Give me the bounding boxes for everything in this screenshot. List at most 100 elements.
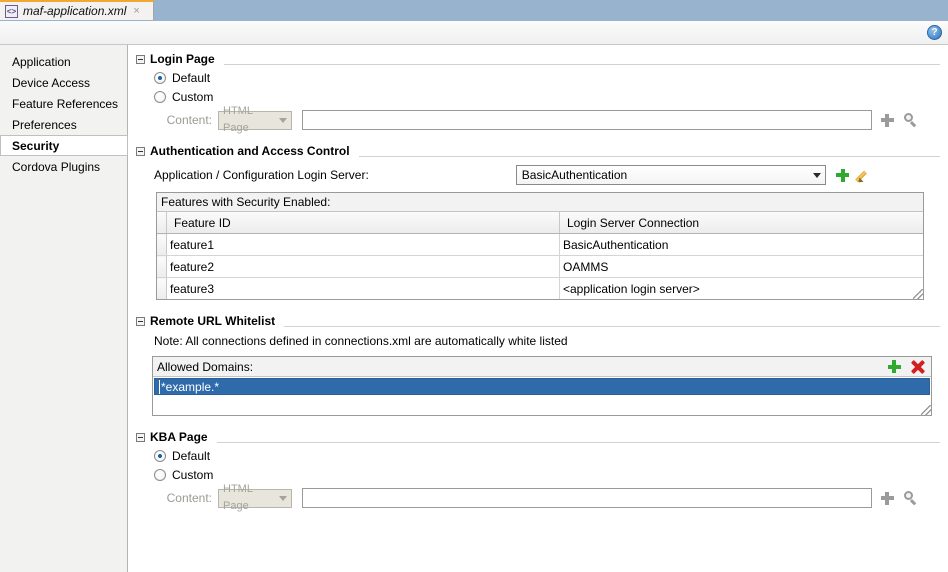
features-table-caption: Features with Security Enabled: bbox=[157, 193, 923, 212]
tab-label: maf-application.xml bbox=[23, 4, 127, 18]
plus-icon bbox=[880, 113, 894, 127]
allowed-domains-label: Allowed Domains: bbox=[157, 359, 254, 374]
table-row[interactable]: feature3 <application login server> bbox=[157, 277, 923, 299]
login-content-type-select: HTML Page bbox=[218, 105, 292, 134]
kba-content-type-value: HTML Page bbox=[223, 483, 253, 512]
tab-maf-application-xml[interactable]: <> maf-application.xml × bbox=[0, 0, 154, 20]
collapse-toggle-icon[interactable] bbox=[136, 54, 145, 64]
magnifier-icon bbox=[904, 491, 918, 506]
section-divider bbox=[358, 155, 940, 157]
section-title-authentication: Authentication and Access Control bbox=[150, 144, 350, 158]
kba-content-type-select: HTML Page bbox=[218, 483, 292, 512]
collapse-toggle-icon[interactable] bbox=[136, 146, 145, 156]
section-header-login-page: Login Page bbox=[136, 52, 948, 66]
table-row[interactable]: feature2 OAMMS bbox=[157, 255, 923, 278]
sidebar-item-preferences[interactable]: Preferences bbox=[0, 114, 127, 135]
radio-login-custom[interactable] bbox=[154, 90, 166, 103]
login-content-browse-button bbox=[902, 111, 920, 129]
section-title-kba-page: KBA Page bbox=[150, 430, 208, 444]
section-divider bbox=[284, 325, 940, 327]
sidebar-item-cordova-plugins[interactable]: Cordova Plugins bbox=[0, 156, 127, 177]
row-selector-header bbox=[157, 212, 167, 234]
radio-kba-default[interactable] bbox=[154, 449, 166, 462]
features-table-panel: Features with Security Enabled: Feature … bbox=[156, 192, 924, 300]
section-divider bbox=[216, 441, 940, 443]
table-header-row: Feature ID Login Server Connection bbox=[157, 212, 923, 234]
section-header-kba-page: KBA Page bbox=[136, 430, 948, 444]
login-content-type-value: HTML Page bbox=[223, 105, 253, 134]
editor-body: Application Device Access Feature Refere… bbox=[0, 45, 948, 572]
allowed-domain-value: *example.* bbox=[159, 380, 220, 394]
login-server-label: Application / Configuration Login Server… bbox=[154, 168, 369, 182]
radio-login-default-label: Default bbox=[172, 70, 211, 85]
navigation-sidebar: Application Device Access Feature Refere… bbox=[0, 45, 128, 572]
section-header-remote-url-whitelist: Remote URL Whitelist bbox=[136, 314, 948, 328]
close-icon[interactable]: × bbox=[131, 5, 139, 17]
allowed-domains-caption-bar: Allowed Domains: bbox=[153, 357, 931, 377]
pencil-icon bbox=[855, 168, 872, 185]
whitelist-note: Note: All connections defined in connect… bbox=[154, 334, 568, 348]
kba-content-input[interactable] bbox=[302, 488, 872, 508]
login-server-value: BasicAuthentication bbox=[521, 168, 628, 182]
row-selector-cell[interactable] bbox=[157, 233, 167, 256]
kba-content-label: Content: bbox=[166, 491, 212, 505]
column-header-feature-id[interactable]: Feature ID bbox=[166, 212, 560, 234]
features-table: Feature ID Login Server Connection featu… bbox=[157, 212, 923, 299]
kba-page-default-row[interactable]: Default bbox=[136, 446, 948, 465]
radio-kba-custom[interactable] bbox=[154, 468, 166, 481]
section-title-login-page: Login Page bbox=[150, 52, 215, 66]
add-login-server-button[interactable] bbox=[834, 166, 852, 184]
login-page-content-row: Content: HTML Page bbox=[136, 105, 948, 134]
radio-login-custom-label: Custom bbox=[172, 89, 214, 104]
cell-feature-id[interactable]: feature3 bbox=[166, 277, 560, 299]
resize-grip-handle[interactable] bbox=[921, 405, 931, 415]
section-divider bbox=[223, 63, 940, 65]
kba-content-add-button bbox=[878, 489, 896, 507]
security-settings-pane: Login Page Default Custom Content: HTML … bbox=[128, 45, 948, 572]
cell-feature-id[interactable]: feature1 bbox=[166, 233, 560, 256]
chevron-down-icon bbox=[279, 495, 287, 501]
login-page-default-row[interactable]: Default bbox=[136, 68, 948, 87]
remove-domain-button[interactable] bbox=[909, 358, 927, 376]
plus-icon bbox=[887, 360, 901, 373]
collapse-toggle-icon[interactable] bbox=[136, 432, 145, 442]
help-icon[interactable]: ? bbox=[927, 25, 942, 40]
kba-content-browse-button bbox=[902, 489, 920, 507]
table-row[interactable]: feature1 BasicAuthentication bbox=[157, 233, 923, 256]
cell-feature-id[interactable]: feature2 bbox=[166, 255, 560, 278]
login-content-add-button bbox=[878, 111, 896, 129]
login-server-select[interactable]: BasicAuthentication bbox=[515, 165, 826, 185]
sidebar-item-security[interactable]: Security bbox=[0, 135, 128, 156]
column-header-login-server-connection[interactable]: Login Server Connection bbox=[559, 212, 923, 234]
cell-login-server[interactable]: <application login server> bbox=[559, 277, 923, 299]
cell-login-server[interactable]: BasicAuthentication bbox=[559, 233, 923, 256]
sidebar-item-application[interactable]: Application bbox=[0, 51, 127, 72]
allowed-domains-list: *example.* bbox=[153, 377, 931, 415]
cell-login-server[interactable]: OAMMS bbox=[559, 255, 923, 278]
list-item[interactable]: *example.* bbox=[154, 378, 930, 395]
section-title-remote-url-whitelist: Remote URL Whitelist bbox=[150, 314, 276, 328]
allowed-domains-actions bbox=[885, 358, 927, 376]
allowed-domains-panel: Allowed Domains: *example.* bbox=[152, 356, 932, 416]
section-header-authentication: Authentication and Access Control bbox=[136, 144, 948, 158]
sidebar-item-device-access[interactable]: Device Access bbox=[0, 72, 127, 93]
row-selector-cell[interactable] bbox=[157, 277, 167, 299]
collapse-toggle-icon[interactable] bbox=[136, 316, 145, 326]
chevron-down-icon bbox=[812, 172, 821, 178]
editor-tab-bar: <> maf-application.xml × bbox=[0, 0, 948, 21]
add-domain-button[interactable] bbox=[885, 358, 903, 376]
radio-kba-default-label: Default bbox=[172, 448, 211, 463]
radio-kba-custom-label: Custom bbox=[172, 467, 214, 482]
editor-toolbar: ? bbox=[0, 21, 948, 45]
plus-icon bbox=[836, 168, 850, 182]
login-content-input[interactable] bbox=[302, 110, 872, 130]
xml-file-icon: <> bbox=[5, 4, 18, 18]
red-x-icon bbox=[911, 360, 925, 374]
radio-login-default[interactable] bbox=[154, 71, 166, 84]
edit-login-server-button[interactable] bbox=[855, 166, 874, 185]
resize-grip-handle[interactable] bbox=[913, 289, 923, 299]
chevron-down-icon bbox=[279, 117, 287, 123]
sidebar-item-feature-references[interactable]: Feature References bbox=[0, 93, 127, 114]
row-selector-cell[interactable] bbox=[157, 255, 167, 278]
login-server-row: Application / Configuration Login Server… bbox=[136, 165, 948, 185]
